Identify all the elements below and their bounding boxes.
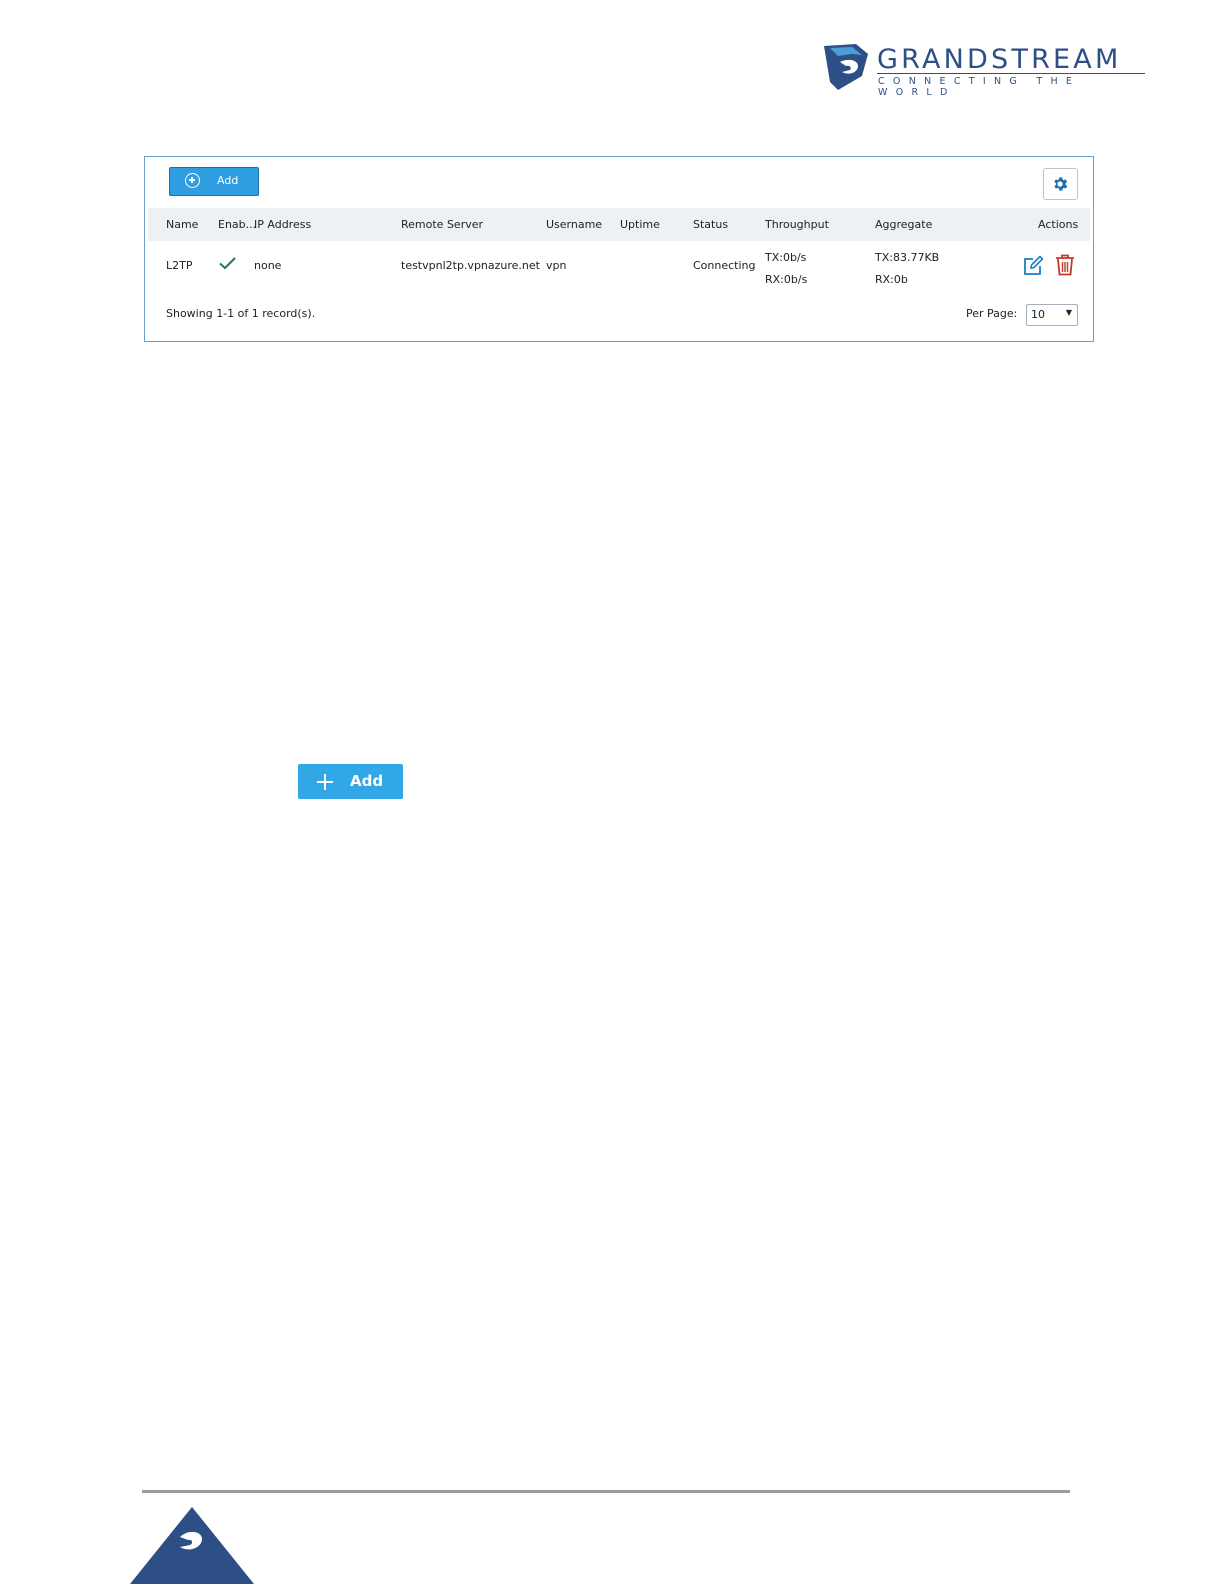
- cell-throughput: TX:0b/s RX:0b/s: [765, 247, 807, 291]
- per-page-label: Per Page:: [966, 307, 1018, 320]
- col-enabled[interactable]: Enab...: [218, 218, 256, 231]
- brand-tagline: CONNECTING THE WORLD: [878, 76, 1081, 98]
- vpn-clients-panel: Add Name Enab... IP Address Remote Serve…: [144, 156, 1094, 342]
- col-username[interactable]: Username: [546, 218, 602, 231]
- gear-icon: [1054, 177, 1068, 191]
- grandstream-logo: GRANDSTREAM CONNECTING THE WORLD: [822, 42, 1152, 98]
- brand-name: GRANDSTREAM: [877, 44, 1122, 75]
- col-actions: Actions: [1038, 218, 1079, 231]
- plus-icon: [317, 774, 333, 790]
- cell-remote-server: testvpnl2tp.vpnazure.net: [401, 259, 540, 272]
- cell-status: Connecting: [693, 259, 756, 272]
- add-circle-icon: [185, 173, 200, 188]
- cell-ip-address: none: [254, 259, 282, 272]
- footer-divider: [142, 1490, 1070, 1493]
- add-button-large[interactable]: Add: [298, 764, 403, 799]
- table-row: L2TP none testvpnl2tp.vpnazure.net vpn C…: [148, 243, 1090, 287]
- col-remote-server[interactable]: Remote Server: [401, 218, 483, 231]
- per-page-value: 10: [1031, 308, 1045, 321]
- aggregate-tx: TX:83.77KB: [875, 251, 940, 264]
- add-button-label: Add: [217, 174, 239, 187]
- grandstream-logo-icon: [824, 44, 868, 90]
- per-page-select[interactable]: 10 ▼: [1026, 304, 1078, 326]
- col-uptime[interactable]: Uptime: [620, 218, 660, 231]
- add-button-large-label: Add: [350, 772, 384, 790]
- cell-username: vpn: [546, 259, 567, 272]
- brand-divider: [877, 73, 1145, 74]
- throughput-tx: TX:0b/s: [765, 251, 807, 264]
- col-name[interactable]: Name: [166, 218, 198, 231]
- settings-button[interactable]: [1043, 168, 1078, 200]
- records-summary: Showing 1-1 of 1 record(s).: [166, 307, 316, 320]
- check-icon: [219, 257, 236, 270]
- col-aggregate[interactable]: Aggregate: [875, 218, 932, 231]
- chevron-down-icon: ▼: [1065, 308, 1072, 317]
- aggregate-rx: RX:0b: [875, 273, 908, 286]
- trash-icon[interactable]: [1055, 254, 1075, 276]
- col-ip-address[interactable]: IP Address: [254, 218, 311, 231]
- edit-icon[interactable]: [1022, 255, 1044, 277]
- cell-name: L2TP: [166, 259, 193, 272]
- table-header: Name Enab... IP Address Remote Server Us…: [148, 208, 1090, 241]
- col-throughput[interactable]: Throughput: [765, 218, 829, 231]
- footer-logo-icon: [130, 1507, 254, 1584]
- throughput-rx: RX:0b/s: [765, 273, 808, 286]
- col-status[interactable]: Status: [693, 218, 728, 231]
- cell-aggregate: TX:83.77KB RX:0b: [875, 247, 939, 291]
- add-button[interactable]: Add: [169, 167, 259, 196]
